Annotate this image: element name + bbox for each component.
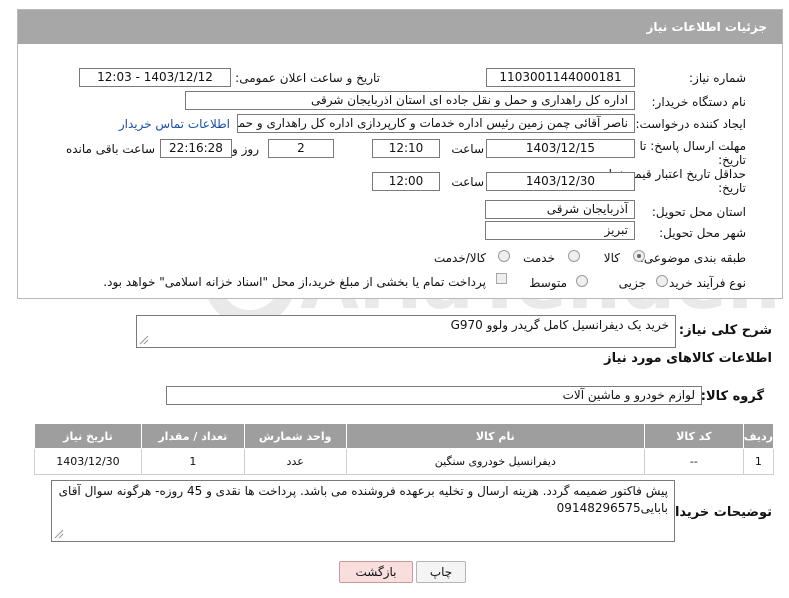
purchase-type-radio-minor[interactable] [656,275,668,287]
requester-label: ایجاد کننده درخواست: [635,117,746,131]
reply-deadline-time-field: 12:10 [372,139,440,158]
buyer-notes-field: پیش فاکتور ضمیمه گردد. هزینه ارسال و تخل… [51,480,675,542]
price-validity-time-field: 12:00 [372,172,440,191]
cell-unit: عدد [243,448,347,475]
cell-quantity: 1 [140,448,245,475]
cell-row-number: 1 [742,448,775,475]
delivery-city-field: تبریز [485,221,635,240]
cell-item-code: -- [643,448,744,475]
category-label: طبقه بندی موضوعی: [639,251,746,265]
cell-item-name: دیفرانسیل خودروی سنگین [345,448,645,475]
goods-table: ردیف کد کالا نام کالا واحد شمارش تعداد /… [34,423,775,475]
summary-field: خرید یک دیفرانسیل کامل گریدر ولوو G970 [136,315,676,348]
back-button[interactable]: بازگشت [339,561,413,583]
need-number-field: 1103001144000181 [486,68,635,87]
category-option-goods-service: کالا/خدمت [433,251,486,265]
price-validity-time-label: ساعت [451,175,484,189]
purchase-type-option-minor: جزیی [618,276,646,290]
col-header-row-number: ردیف [742,423,775,449]
col-header-item-name: نام کالا [345,423,645,449]
goods-group-field: لوازم خودرو و ماشین آلات [166,386,702,405]
category-option-goods: کالا [603,251,620,265]
buyer-contact-link[interactable]: اطلاعات تماس خریدار [119,117,230,131]
col-header-need-date: تاریخ نیاز [34,423,142,449]
purchase-type-label: نوع فرآیند خرید : [661,276,746,290]
remaining-time-label: ساعت باقی مانده [65,142,155,156]
treasury-bonds-note: پرداخت تمام یا بخشی از مبلغ خرید،از محل … [103,275,486,289]
remaining-days-field: 2 [268,139,334,158]
reply-deadline-time-label: ساعت [451,142,484,156]
category-option-service: خدمت [523,251,555,265]
reply-deadline-date-field: 1403/12/15 [486,139,635,158]
summary-text: خرید یک دیفرانسیل کامل گریدر ولوو G970 [450,318,669,332]
category-radio-goods-service[interactable] [498,250,510,262]
category-radio-goods[interactable] [633,250,645,262]
col-header-unit: واحد شمارش [243,423,347,449]
resize-grip-icon[interactable] [54,529,64,539]
goods-table-header-row: ردیف کد کالا نام کالا واحد شمارش تعداد /… [34,423,775,449]
buyer-notes-text: پیش فاکتور ضمیمه گردد. هزینه ارسال و تخل… [58,484,668,515]
treasury-bonds-checkbox[interactable] [496,273,507,284]
delivery-city-label: شهر محل تحویل: [659,226,746,240]
goods-section-title: اطلاعات کالاهای مورد نیاز [604,351,772,366]
delivery-province-label: استان محل تحویل: [651,205,746,219]
summary-label: شرح کلی نیاز: [678,323,772,338]
purchase-type-option-medium: متوسط [529,276,567,290]
reply-deadline-label-date: تاریخ: [718,153,746,167]
category-radio-service[interactable] [568,250,580,262]
buyer-notes-label: توضیحات خریدار: [662,505,772,520]
price-validity-date-field: 1403/12/30 [486,172,635,191]
panel-header: جزئیات اطلاعات نیاز [18,10,782,44]
table-row: 1 -- دیفرانسیل خودروی سنگین عدد 1 1403/1… [34,448,775,475]
col-header-quantity: تعداد / مقدار [140,423,245,449]
announce-datetime-field: 1403/12/12 - 12:03 [79,68,231,87]
goods-group-label: گروه کالا: [700,389,764,404]
requester-field: ناصر آقائی چمن زمین رئیس اداره خدمات و ک… [237,114,635,133]
remaining-time-field: 22:16:28 [160,139,232,158]
page-title: جزئیات اطلاعات نیاز [646,20,767,34]
cell-need-date: 1403/12/30 [34,448,142,475]
remaining-days-label: روز و [232,142,259,156]
price-validity-label-date: تاریخ: [718,181,746,195]
resize-grip-icon[interactable] [139,335,149,345]
print-button[interactable]: چاپ [416,561,466,583]
buyer-org-field: اداره کل راهداری و حمل و نقل جاده ای است… [185,91,635,110]
purchase-type-radio-medium[interactable] [576,275,588,287]
buyer-org-label: نام دستگاه خریدار: [651,95,747,109]
col-header-item-code: کد کالا [643,423,744,449]
need-number-label: شماره نیاز: [689,71,746,85]
reply-deadline-label: مهلت ارسال پاسخ: تا [639,139,746,153]
delivery-province-field: آذربایجان شرقی [485,200,635,219]
announce-datetime-label: تاریخ و ساعت اعلان عمومی: [235,71,380,85]
